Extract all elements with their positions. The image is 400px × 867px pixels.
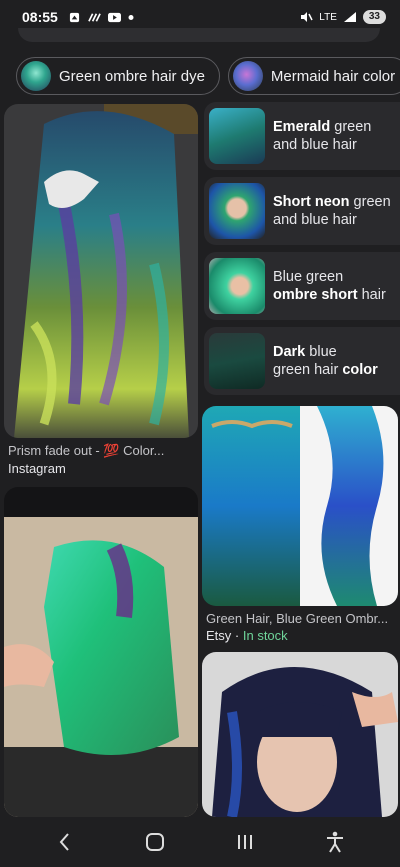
hair-photo xyxy=(202,652,398,817)
related-thumbnail xyxy=(209,333,265,389)
back-button[interactable] xyxy=(43,822,87,862)
related-search-blue-green-ombre[interactable]: Blue green ombre short hair xyxy=(204,252,400,320)
status-time: 08:55 xyxy=(22,9,58,25)
related-thumbnail xyxy=(209,258,265,314)
related-text-1: green xyxy=(330,119,372,135)
accessibility-button[interactable] xyxy=(313,822,357,862)
signal-icon xyxy=(343,12,356,22)
related-bold: Emerald xyxy=(273,119,331,135)
related-text-1: blue xyxy=(305,344,337,360)
related-bold: Short neon xyxy=(273,194,350,210)
notification-icons xyxy=(68,12,134,23)
navigation-bar xyxy=(0,817,400,867)
related-bold: ombre short xyxy=(273,287,358,303)
related-thumbnail xyxy=(209,183,265,239)
recents-icon xyxy=(238,835,252,849)
hair-photo xyxy=(4,104,198,438)
card-title[interactable]: Prism fade out - 💯 Color... xyxy=(8,443,196,459)
card-source[interactable]: Instagram xyxy=(8,461,66,476)
chip-green-ombre-hair-dye[interactable]: Green ombre hair dye xyxy=(16,57,220,95)
dot-icon xyxy=(128,14,134,20)
related-label: Short neon green and blue hair xyxy=(273,193,391,229)
chip-thumbnail xyxy=(232,61,263,91)
home-icon xyxy=(146,833,164,851)
related-label: Blue green ombre short hair xyxy=(273,268,386,304)
related-thumbnail xyxy=(209,108,265,164)
related-label: Dark blue green hair color xyxy=(273,343,378,379)
related-label: Emerald green and blue hair xyxy=(273,118,371,154)
related-text-2: hair xyxy=(357,287,386,303)
source-name: Etsy xyxy=(206,628,232,643)
related-text-1: Blue green xyxy=(273,269,344,285)
card-title[interactable]: Green Hair, Blue Green Ombr... xyxy=(206,611,396,626)
hair-photo xyxy=(202,406,398,606)
related-search-short-neon[interactable]: Short neon green and blue hair xyxy=(204,177,400,245)
related-bold-2: color xyxy=(342,362,378,378)
result-image-etsy-green-hair[interactable] xyxy=(202,406,398,606)
chip-label: Green ombre hair dye xyxy=(59,67,205,85)
accessibility-icon xyxy=(327,831,343,853)
search-bar[interactable] xyxy=(18,28,380,42)
related-text-2: and blue hair xyxy=(273,137,357,153)
card-source[interactable]: Etsy · In stock xyxy=(206,628,288,643)
related-text-2: and blue hair xyxy=(273,212,357,228)
result-image-green-bob[interactable] xyxy=(4,487,198,817)
hair-photo xyxy=(4,487,198,817)
result-image-prism-fade[interactable] xyxy=(4,104,198,438)
chip-label: Mermaid hair color xyxy=(270,67,396,85)
battery-indicator: 33 xyxy=(362,10,386,24)
status-right: LTE 33 xyxy=(300,10,386,24)
related-chips: Green ombre hair dye Mermaid hair color xyxy=(16,57,400,95)
photos-icon xyxy=(69,12,79,22)
related-bold: Dark xyxy=(273,344,306,360)
related-text-2: green hair xyxy=(273,362,343,378)
chip-thumbnail xyxy=(21,61,51,91)
back-icon xyxy=(59,833,69,851)
chip-mermaid-hair-color[interactable]: Mermaid hair color xyxy=(227,57,400,95)
recents-button[interactable] xyxy=(223,822,267,862)
mute-icon xyxy=(301,12,313,22)
related-search-dark-blue[interactable]: Dark blue green hair color xyxy=(204,327,400,395)
stock-status: In stock xyxy=(242,628,288,643)
related-text-1: green xyxy=(349,194,391,210)
home-button[interactable] xyxy=(133,822,177,862)
youtube-icon xyxy=(107,12,121,22)
lte-label: LTE xyxy=(319,11,337,23)
result-image-dark-blue-hair[interactable] xyxy=(202,652,398,817)
related-search-emerald[interactable]: Emerald green and blue hair xyxy=(204,102,400,170)
tidal-icon xyxy=(87,12,101,22)
